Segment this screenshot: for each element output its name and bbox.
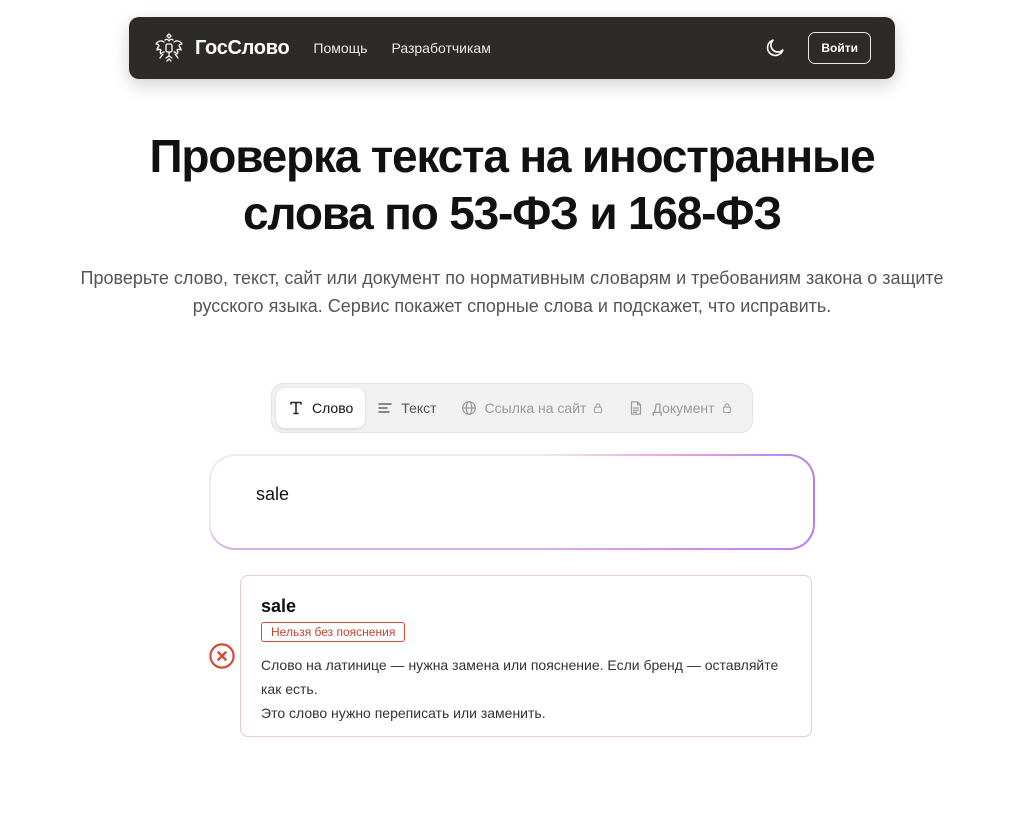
word-input-container	[209, 454, 815, 550]
globe-icon	[461, 401, 476, 415]
align-left-icon	[378, 403, 392, 413]
result-advice: Это слово нужно переписать или заменить.	[261, 705, 546, 721]
top-navbar: ГосСлово Помощь Разработчикам Войти	[129, 17, 895, 79]
tab-word[interactable]: Слово	[276, 388, 366, 428]
status-badge: Нельзя без пояснения	[261, 622, 406, 642]
lock-icon	[594, 403, 603, 414]
check-mode-tabs: Слово Текст Ссылка на сайт Документ	[271, 383, 753, 433]
tab-document[interactable]: Документ	[616, 388, 744, 428]
login-button[interactable]: Войти	[808, 32, 871, 64]
word-input[interactable]	[256, 484, 776, 505]
nav-link-help[interactable]: Помощь	[313, 40, 367, 56]
tab-website-link-label: Ссылка на сайт	[484, 400, 587, 416]
theme-toggle-button[interactable]	[763, 36, 787, 60]
tab-text[interactable]: Текст	[365, 388, 448, 428]
brand-name: ГосСлово	[195, 36, 290, 59]
result-word: sale	[261, 596, 297, 616]
page-subtitle: Проверьте слово, текст, сайт или докумен…	[80, 268, 944, 316]
tab-text-label: Текст	[401, 400, 437, 416]
tab-website-link[interactable]: Ссылка на сайт	[449, 388, 617, 428]
logo[interactable]: ГосСлово	[153, 32, 290, 64]
result-explanation: Слово на латинице — нужна замена или поя…	[261, 653, 791, 725]
lock-icon	[722, 403, 731, 414]
word-input-inner	[211, 456, 813, 548]
page-title: Проверка текста на иностранные слова по …	[149, 130, 876, 239]
error-circle-icon	[209, 643, 235, 669]
nav-link-developers[interactable]: Разработчикам	[391, 40, 490, 56]
moon-icon	[767, 39, 784, 57]
eagle-emblem-icon	[155, 33, 183, 62]
file-text-icon	[631, 401, 642, 415]
result-card: sale Нельзя без пояснения Слово на латин…	[240, 575, 812, 737]
tab-word-label: Слово	[312, 400, 354, 416]
text-type-icon	[290, 401, 302, 415]
result-description: Слово на латинице — нужна замена или поя…	[261, 657, 779, 697]
tab-document-label: Документ	[652, 400, 715, 416]
